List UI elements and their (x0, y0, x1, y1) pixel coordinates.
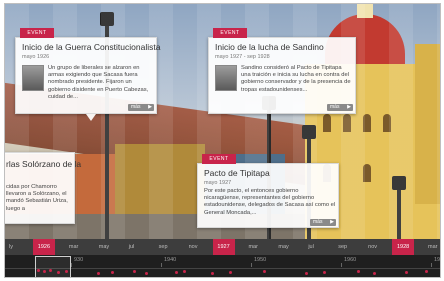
event-date: mayo 1927 - sep 1928 (215, 54, 270, 60)
event-date: mayo 1926 (22, 54, 50, 60)
overview-tick (341, 263, 342, 267)
overview-event-dot[interactable] (357, 270, 360, 273)
month-year-marker[interactable]: 1928 (392, 239, 415, 255)
month-label[interactable]: mar (248, 239, 257, 255)
month-label[interactable]: nov (189, 239, 198, 255)
more-label: más (330, 104, 340, 110)
event-tag: EVENT (213, 28, 247, 38)
event-title: Pacto de Tipitapa (204, 168, 270, 178)
overview-event-dot[interactable] (373, 272, 376, 275)
month-label[interactable]: jul (129, 239, 135, 255)
overview-event-dot[interactable] (305, 272, 308, 275)
overview-timeline[interactable]: 930 1940 1950 1960 1970 (5, 255, 441, 277)
overview-event-dot[interactable] (43, 270, 46, 273)
event-summary: cidas por Chamorro llevaron a Solórzano,… (6, 184, 68, 212)
overview-event-dot[interactable] (323, 271, 326, 274)
overview-event-dot[interactable] (65, 270, 68, 273)
month-year-marker[interactable]: 1927 (212, 239, 235, 255)
event-title: rlas Solórzano de la (6, 159, 82, 169)
overview-year-label: 1960 (344, 257, 357, 263)
event-card-solorzano[interactable]: rlas Solórzano de la cidas por Chamorro … (5, 152, 81, 224)
overview-event-dot[interactable] (211, 272, 214, 275)
arrow-right-icon: ▶ (148, 104, 152, 110)
event-thumbnail (22, 65, 44, 91)
event-card-lucha-sandino[interactable]: EVENT Inicio de la lucha de Sandino mayo… (208, 28, 356, 114)
month-label[interactable]: may (99, 239, 109, 255)
overview-event-dot[interactable] (405, 271, 408, 274)
event-tag: EVENT (20, 28, 54, 38)
month-label[interactable]: jul (308, 239, 314, 255)
event-date: mayo 1927 (204, 180, 232, 186)
arrow-right-icon: ▶ (347, 104, 351, 110)
overview-tick (71, 263, 72, 267)
more-label: más (131, 104, 141, 110)
card-pointer (86, 114, 96, 121)
overview-event-dot[interactable] (133, 270, 136, 273)
overview-event-dot[interactable] (183, 270, 186, 273)
more-button[interactable]: más ▶ (128, 104, 154, 111)
month-label[interactable]: mar (428, 239, 437, 255)
event-card-pacto-tipitapa[interactable]: EVENT Pacto de Tipitapa mayo 1927 Por es… (197, 154, 339, 228)
month-strip[interactable]: ly 1926 mar may jul sep nov 1927 mar may jul sep nov… (5, 239, 440, 255)
overview-year-label: 1970 (434, 257, 441, 263)
event-title: Inicio de la Guerra Constitucionalista (22, 42, 161, 52)
overview-event-dot[interactable] (175, 271, 178, 274)
overview-event-dot[interactable] (97, 272, 100, 275)
overview-tick (431, 263, 432, 267)
overview-event-dot[interactable] (229, 271, 232, 274)
overview-year-label: 1940 (164, 257, 177, 263)
more-button[interactable]: más ▶ (310, 219, 336, 226)
month-label[interactable]: sep (338, 239, 347, 255)
overview-tick (251, 263, 252, 267)
arrow-right-icon: ▶ (330, 219, 334, 225)
overview-event-dot[interactable] (111, 271, 114, 274)
month-label[interactable]: may (278, 239, 288, 255)
timeline-viewer: EVENT Inicio de la Guerra Constitucional… (4, 3, 441, 278)
month-label[interactable]: nov (368, 239, 377, 255)
overview-event-dot[interactable] (57, 271, 60, 274)
month-label[interactable]: sep (159, 239, 168, 255)
event-summary: Un grupo de liberales se alzaron en arma… (48, 65, 149, 100)
month-year-marker[interactable]: 1926 (32, 239, 55, 255)
month-label[interactable]: mar (69, 239, 78, 255)
overview-event-dot[interactable] (49, 269, 52, 272)
event-card-guerra-constitucionalista[interactable]: EVENT Inicio de la Guerra Constitucional… (15, 28, 161, 121)
event-summary: Sandino consideró al Pacto de Tipitapa u… (241, 65, 351, 93)
overview-event-dot[interactable] (263, 270, 266, 273)
overview-event-dot[interactable] (37, 269, 40, 272)
event-summary: Por este pacto, el entonces gobierno nic… (204, 188, 336, 216)
visible-range-handle[interactable] (35, 256, 71, 277)
overview-year-label: 930 (74, 257, 84, 263)
event-thumbnail (215, 65, 237, 91)
overview-event-dot[interactable] (145, 272, 148, 275)
overview-year-label: 1950 (254, 257, 267, 263)
overview-tick (161, 263, 162, 267)
event-title: Inicio de la lucha de Sandino (215, 42, 324, 52)
overview-event-dot[interactable] (425, 270, 428, 273)
month-label[interactable]: ly (9, 239, 13, 255)
more-label: más (313, 219, 323, 225)
event-tag: EVENT (202, 154, 236, 164)
more-button[interactable]: más ▶ (327, 104, 353, 111)
